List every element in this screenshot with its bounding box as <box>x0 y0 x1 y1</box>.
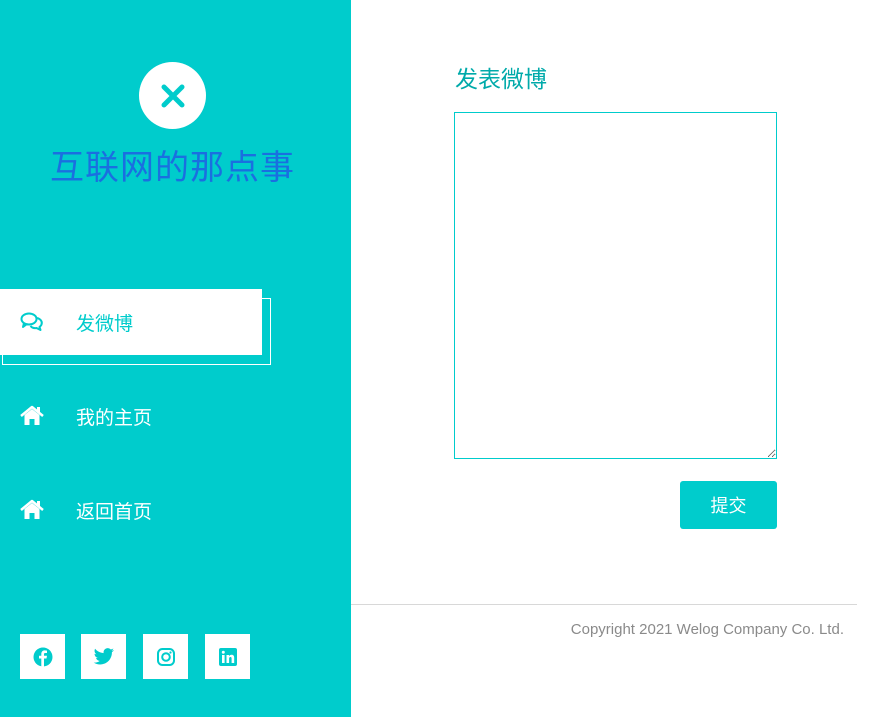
comments-icon <box>20 312 43 331</box>
page-title: 发表微博 <box>455 67 547 93</box>
facebook-icon <box>33 647 52 666</box>
instagram-icon <box>156 647 175 666</box>
nav-item-my-home[interactable]: 我的主页 <box>0 383 262 449</box>
linkedin-icon <box>218 647 237 666</box>
submit-button[interactable]: 提交 <box>680 481 777 529</box>
post-content-textarea[interactable] <box>454 112 777 459</box>
logo-button[interactable] <box>139 62 206 129</box>
facebook-button[interactable] <box>20 634 65 679</box>
instagram-button[interactable] <box>143 634 188 679</box>
nav-label: 返回首页 <box>76 500 153 523</box>
nav-item-post-weibo[interactable]: 发微博 <box>0 289 262 355</box>
nav-item-back-home[interactable]: 返回首页 <box>0 477 262 543</box>
nav-label: 发微博 <box>76 312 134 335</box>
site-title: 互联网的那点事 <box>50 148 295 188</box>
footer-divider <box>351 604 857 605</box>
home-icon <box>20 405 44 425</box>
close-x-icon <box>161 84 184 107</box>
twitter-icon <box>93 647 114 664</box>
home-icon <box>20 499 44 519</box>
linkedin-button[interactable] <box>205 634 250 679</box>
nav-label: 我的主页 <box>76 406 153 429</box>
twitter-button[interactable] <box>81 634 126 679</box>
copyright-text: Copyright 2021 Welog Company Co. Ltd. <box>570 621 844 638</box>
sidebar: 互联网的那点事 发微博 我的主页 返回首页 <box>0 0 351 717</box>
